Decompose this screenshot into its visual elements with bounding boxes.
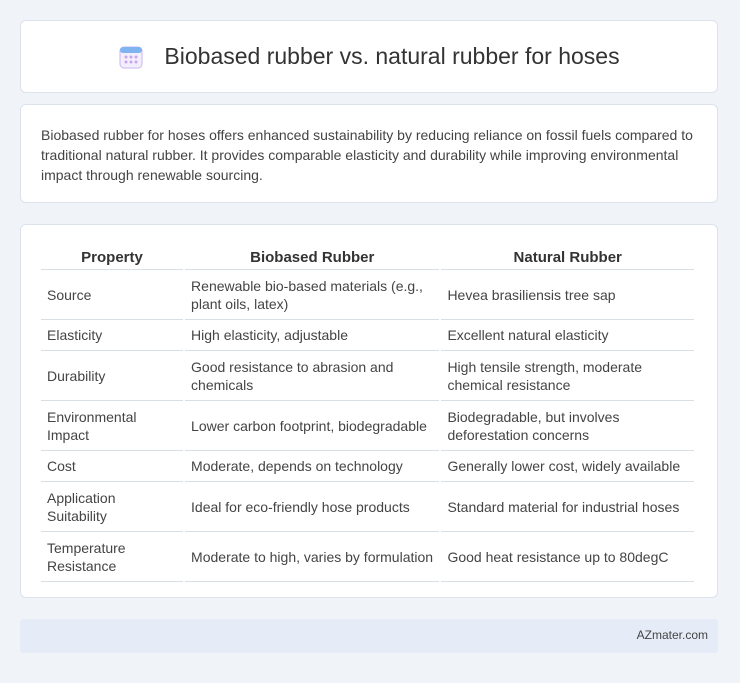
cell-property: Application Suitability	[41, 482, 184, 532]
cell-natural: Hevea brasiliensis tree sap	[441, 270, 694, 320]
comparison-table-card: Property Biobased Rubber Natural Rubber …	[20, 224, 718, 598]
cell-biobased: High elasticity, adjustable	[185, 320, 440, 351]
header-natural: Natural Rubber	[441, 245, 694, 270]
cell-natural: Standard material for industrial hoses	[441, 482, 694, 532]
header-biobased: Biobased Rubber	[185, 245, 440, 270]
header-property: Property	[41, 245, 184, 270]
cell-property: Elasticity	[41, 320, 184, 351]
page-title: Biobased rubber vs. natural rubber for h…	[164, 43, 620, 69]
cell-property: Cost	[41, 451, 184, 482]
table-row: Elasticity High elasticity, adjustable E…	[41, 320, 694, 351]
summary-card: Biobased rubber for hoses offers enhance…	[20, 104, 718, 203]
table-row: Durability Good resistance to abrasion a…	[41, 351, 694, 401]
calendar-icon	[119, 46, 143, 68]
footer-brand: AZmater.com	[636, 628, 708, 642]
cell-biobased: Moderate to high, varies by formulation	[185, 532, 440, 582]
footer-bar: AZmater.com	[20, 619, 718, 653]
cell-property: Environmental Impact	[41, 401, 184, 451]
cell-natural: High tensile strength, moderate chemical…	[441, 351, 694, 401]
cell-biobased: Moderate, depends on technology	[185, 451, 440, 482]
table-header-row: Property Biobased Rubber Natural Rubber	[41, 245, 694, 270]
cell-property: Temperature Resistance	[41, 532, 184, 582]
title-card: Biobased rubber vs. natural rubber for h…	[20, 20, 718, 93]
table-row: Application Suitability Ideal for eco-fr…	[41, 482, 694, 532]
table-row: Temperature Resistance Moderate to high,…	[41, 532, 694, 582]
comparison-table: Property Biobased Rubber Natural Rubber …	[39, 245, 696, 582]
summary-text: Biobased rubber for hoses offers enhance…	[41, 127, 693, 183]
cell-biobased: Good resistance to abrasion and chemical…	[185, 351, 440, 401]
table-row: Cost Moderate, depends on technology Gen…	[41, 451, 694, 482]
cell-property: Source	[41, 270, 184, 320]
table-row: Environmental Impact Lower carbon footpr…	[41, 401, 694, 451]
cell-natural: Generally lower cost, widely available	[441, 451, 694, 482]
cell-biobased: Lower carbon footprint, biodegradable	[185, 401, 440, 451]
cell-biobased: Ideal for eco-friendly hose products	[185, 482, 440, 532]
cell-biobased: Renewable bio-based materials (e.g., pla…	[185, 270, 440, 320]
cell-natural: Biodegradable, but involves deforestatio…	[441, 401, 694, 451]
cell-natural: Excellent natural elasticity	[441, 320, 694, 351]
cell-property: Durability	[41, 351, 184, 401]
cell-natural: Good heat resistance up to 80degC	[441, 532, 694, 582]
table-row: Source Renewable bio-based materials (e.…	[41, 270, 694, 320]
